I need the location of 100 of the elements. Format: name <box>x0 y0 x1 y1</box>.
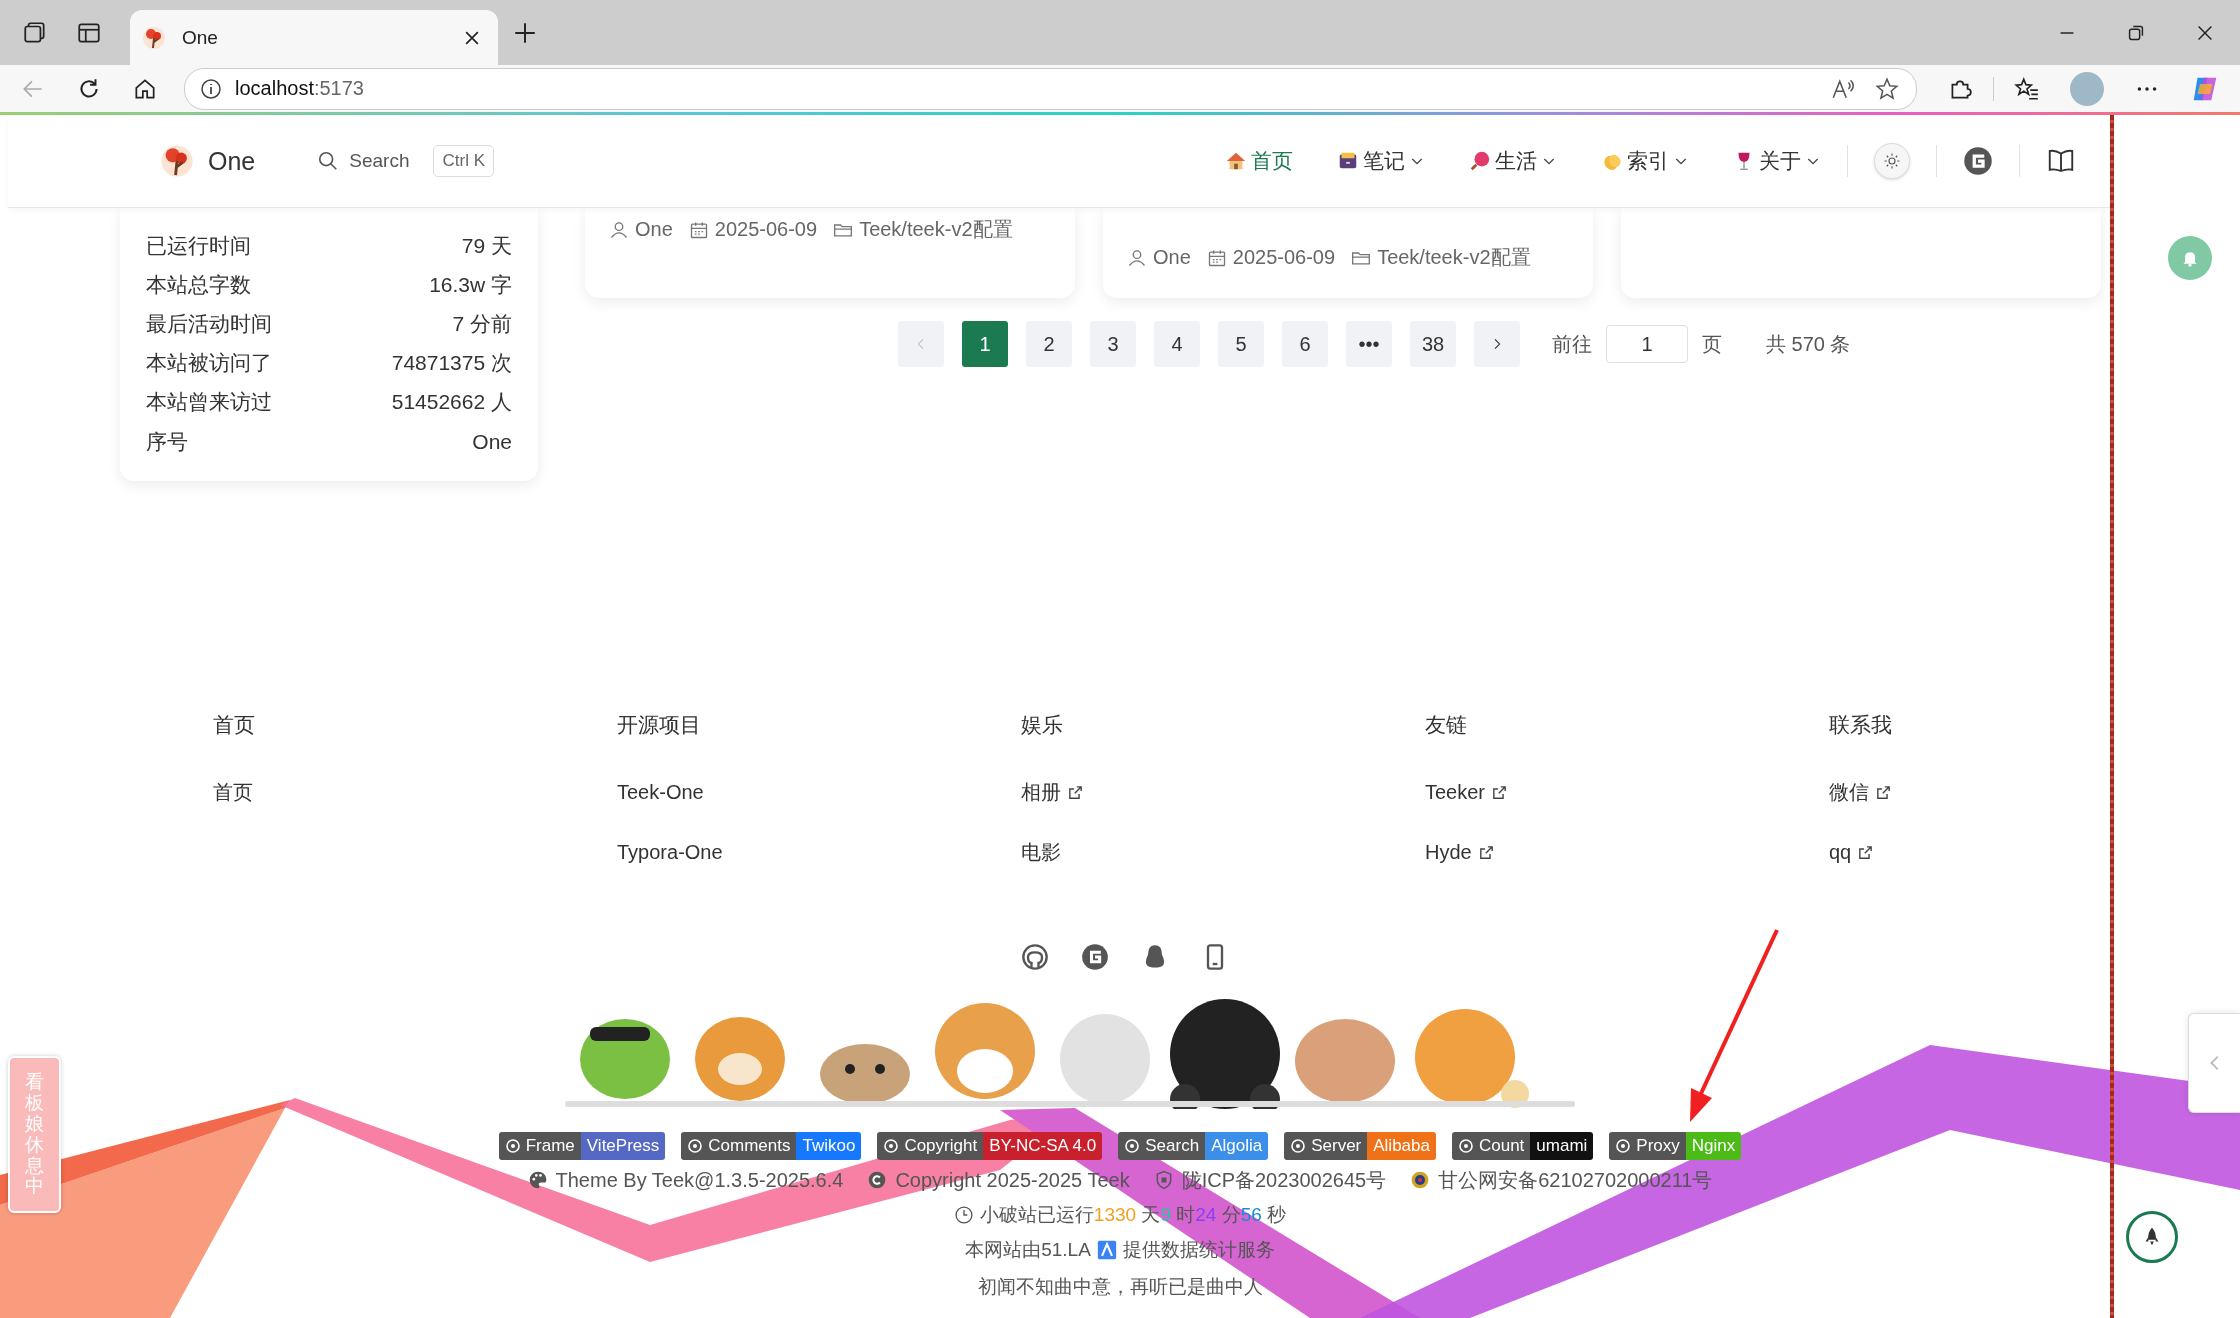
person-icon <box>609 219 629 240</box>
page-button[interactable]: 38 <box>1410 321 1456 367</box>
badge-value: Twikoo <box>796 1132 862 1160</box>
page-button[interactable]: 2 <box>1026 321 1072 367</box>
uptime-text: 小破站已运行1330 天9 时24 分56 秒 <box>979 1203 1287 1227</box>
footer-link[interactable]: 微信 <box>1829 780 1892 804</box>
post-card[interactable]: One 2025-06-09 Teek/teek-v2配置 <box>585 208 1075 298</box>
post-category[interactable]: Teek/teek-v2配置 <box>1377 244 1531 271</box>
post-date: 2025-06-09 <box>714 218 818 241</box>
site-logo[interactable]: One <box>160 144 256 178</box>
stat-value: 51452662 人 <box>391 389 512 416</box>
stat-value: 7 分前 <box>452 310 512 337</box>
footer-column-title: 娱乐 <box>1021 713 1063 737</box>
side-panel-toggle[interactable] <box>2188 1013 2240 1113</box>
stat-label: 已运行时间 <box>146 232 251 259</box>
footer-badge[interactable]: Copyright BY-NC-SA 4.0 <box>877 1132 1103 1160</box>
stat-label: 本站被访问了 <box>146 350 272 377</box>
badge-value: Algolia <box>1205 1132 1269 1160</box>
info-icon[interactable] <box>199 76 223 101</box>
shortcut-hint: Ctrl K <box>433 145 494 177</box>
footer-link[interactable]: qq <box>1829 840 1875 864</box>
back-to-top-button[interactable] <box>2126 1211 2178 1263</box>
badge-label: Count <box>1451 1132 1531 1160</box>
clock-icon <box>953 1205 974 1225</box>
post-category[interactable]: Teek/teek-v2配置 <box>859 216 1013 243</box>
footer-badge[interactable]: Count umami <box>1451 1132 1594 1160</box>
analytics-logo-icon[interactable] <box>1096 1240 1117 1260</box>
stat-label: 本站曾来访过 <box>146 389 272 416</box>
tree-icon <box>142 25 166 50</box>
analytics-text: 本网站由51.LA <box>965 1238 1091 1262</box>
site-title: One <box>208 146 256 176</box>
letter-g-icon[interactable] <box>1081 943 1109 971</box>
favorites-icon[interactable] <box>2014 75 2040 102</box>
goto-label: 前往 <box>1552 331 1592 357</box>
nav-item[interactable]: 生活 <box>1469 147 1557 175</box>
footer-link[interactable]: Teek-One <box>617 780 704 804</box>
palette-icon <box>527 1170 548 1190</box>
post-card[interactable]: One 2025-06-09 Teek/teek-v2配置 <box>1103 208 1593 298</box>
footer-link[interactable]: 首页 <box>213 780 253 804</box>
footer-column-title: 友链 <box>1425 713 1467 737</box>
person-icon <box>1127 247 1147 268</box>
police-emblem-icon <box>1410 1170 1431 1190</box>
stat-value: 16.3w 字 <box>429 271 512 298</box>
browser-tab[interactable]: One <box>130 10 498 65</box>
copyright-icon <box>867 1170 888 1190</box>
sun-icon <box>1883 152 1901 170</box>
search-icon <box>317 150 340 172</box>
stat-value: 79 天 <box>461 232 512 259</box>
url-host: localhost <box>235 77 314 100</box>
nav-item[interactable]: 首页 <box>1225 147 1293 175</box>
badge-label: Search <box>1118 1132 1206 1160</box>
motto-text: 初闻不知曲中意，再听已是曲中人 <box>977 1275 1263 1299</box>
footer-badge[interactable]: Frame VitePress <box>498 1132 666 1160</box>
page-button[interactable]: 5 <box>1218 321 1264 367</box>
page-button[interactable]: 1 <box>962 321 1008 367</box>
footer-column-title: 开源项目 <box>617 713 701 737</box>
stat-value: One <box>472 429 512 454</box>
footer-badge[interactable]: Search Algolia <box>1118 1132 1269 1160</box>
page-button[interactable]: 6 <box>1282 321 1328 367</box>
stat-label: 序号 <box>146 428 188 455</box>
nav-item[interactable]: 索引 <box>1601 147 1689 175</box>
footer-link[interactable]: Hyde <box>1425 840 1495 864</box>
total-count: 共 570 条 <box>1766 331 1851 357</box>
stat-label: 本站总字数 <box>146 271 251 298</box>
page-button[interactable]: ••• <box>1346 321 1392 367</box>
tree-icon <box>160 144 194 178</box>
page-input[interactable]: 1 <box>1606 325 1688 363</box>
star-icon[interactable] <box>1874 75 1900 102</box>
stat-label: 最后活动时间 <box>146 310 272 337</box>
badge-label: Copyright <box>877 1132 984 1160</box>
footer-badge[interactable]: Comments Twikoo <box>681 1132 862 1160</box>
footer-link[interactable]: 电影 <box>1021 840 1061 864</box>
footer-badge[interactable]: Proxy Nginx <box>1609 1132 1742 1160</box>
footer-column-title: 首页 <box>213 713 255 737</box>
badge-value: BY-NC-SA 4.0 <box>983 1132 1103 1160</box>
footer-link[interactable]: Typora-One <box>617 840 723 864</box>
footer-link[interactable]: 相册 <box>1021 780 1084 804</box>
house-icon <box>1225 150 1247 172</box>
badge-value: umami <box>1530 1132 1594 1160</box>
search-placeholder: Search <box>349 150 410 172</box>
badge-label: Proxy <box>1609 1132 1686 1160</box>
badge-value: Nginx <box>1685 1132 1742 1160</box>
address-bar[interactable]: localhost:5173 <box>184 67 1917 110</box>
page-button[interactable]: 4 <box>1154 321 1200 367</box>
page-button[interactable]: 3 <box>1090 321 1136 367</box>
stat-value: 74871375 次 <box>391 350 512 377</box>
post-author: One <box>635 218 673 241</box>
workspaces-icon[interactable] <box>22 19 48 46</box>
page-unit: 页 <box>1702 331 1722 357</box>
post-author: One <box>1153 246 1191 269</box>
nav-item[interactable]: 关于 <box>1733 147 1821 175</box>
letter-g-icon[interactable] <box>1963 146 1993 176</box>
footer-link[interactable]: Teeker <box>1425 780 1509 804</box>
footer-badge[interactable]: Server Alibaba <box>1284 1132 1436 1160</box>
badge-label: Comments <box>681 1132 797 1160</box>
nav-item[interactable]: 笔记 <box>1337 147 1425 175</box>
footer-column-title: 联系我 <box>1829 713 1892 737</box>
badge-value: VitePress <box>580 1132 666 1160</box>
search-button[interactable]: Search Ctrl K <box>317 145 494 177</box>
theme-toggle-button[interactable] <box>1874 143 1910 179</box>
